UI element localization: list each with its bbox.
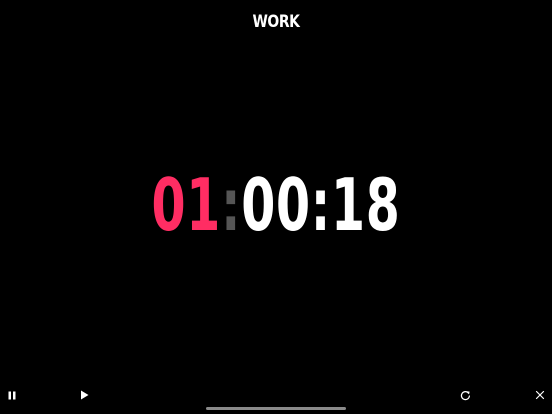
restart-icon <box>460 390 470 400</box>
close-button[interactable] <box>529 384 551 406</box>
play-icon <box>80 390 88 400</box>
round-counter: 01 <box>151 163 221 247</box>
timer-separator: : <box>220 163 242 247</box>
play-button[interactable] <box>73 384 95 406</box>
restart-button[interactable] <box>454 384 476 406</box>
phase-title: WORK <box>252 12 300 32</box>
close-icon <box>535 390 545 400</box>
home-indicator[interactable] <box>206 407 346 410</box>
pause-icon <box>8 391 16 399</box>
time-remaining: 00:18 <box>241 163 401 247</box>
bottom-controls <box>0 384 552 406</box>
timer-display: 01:00:18 <box>88 163 463 247</box>
pause-button[interactable] <box>1 384 23 406</box>
